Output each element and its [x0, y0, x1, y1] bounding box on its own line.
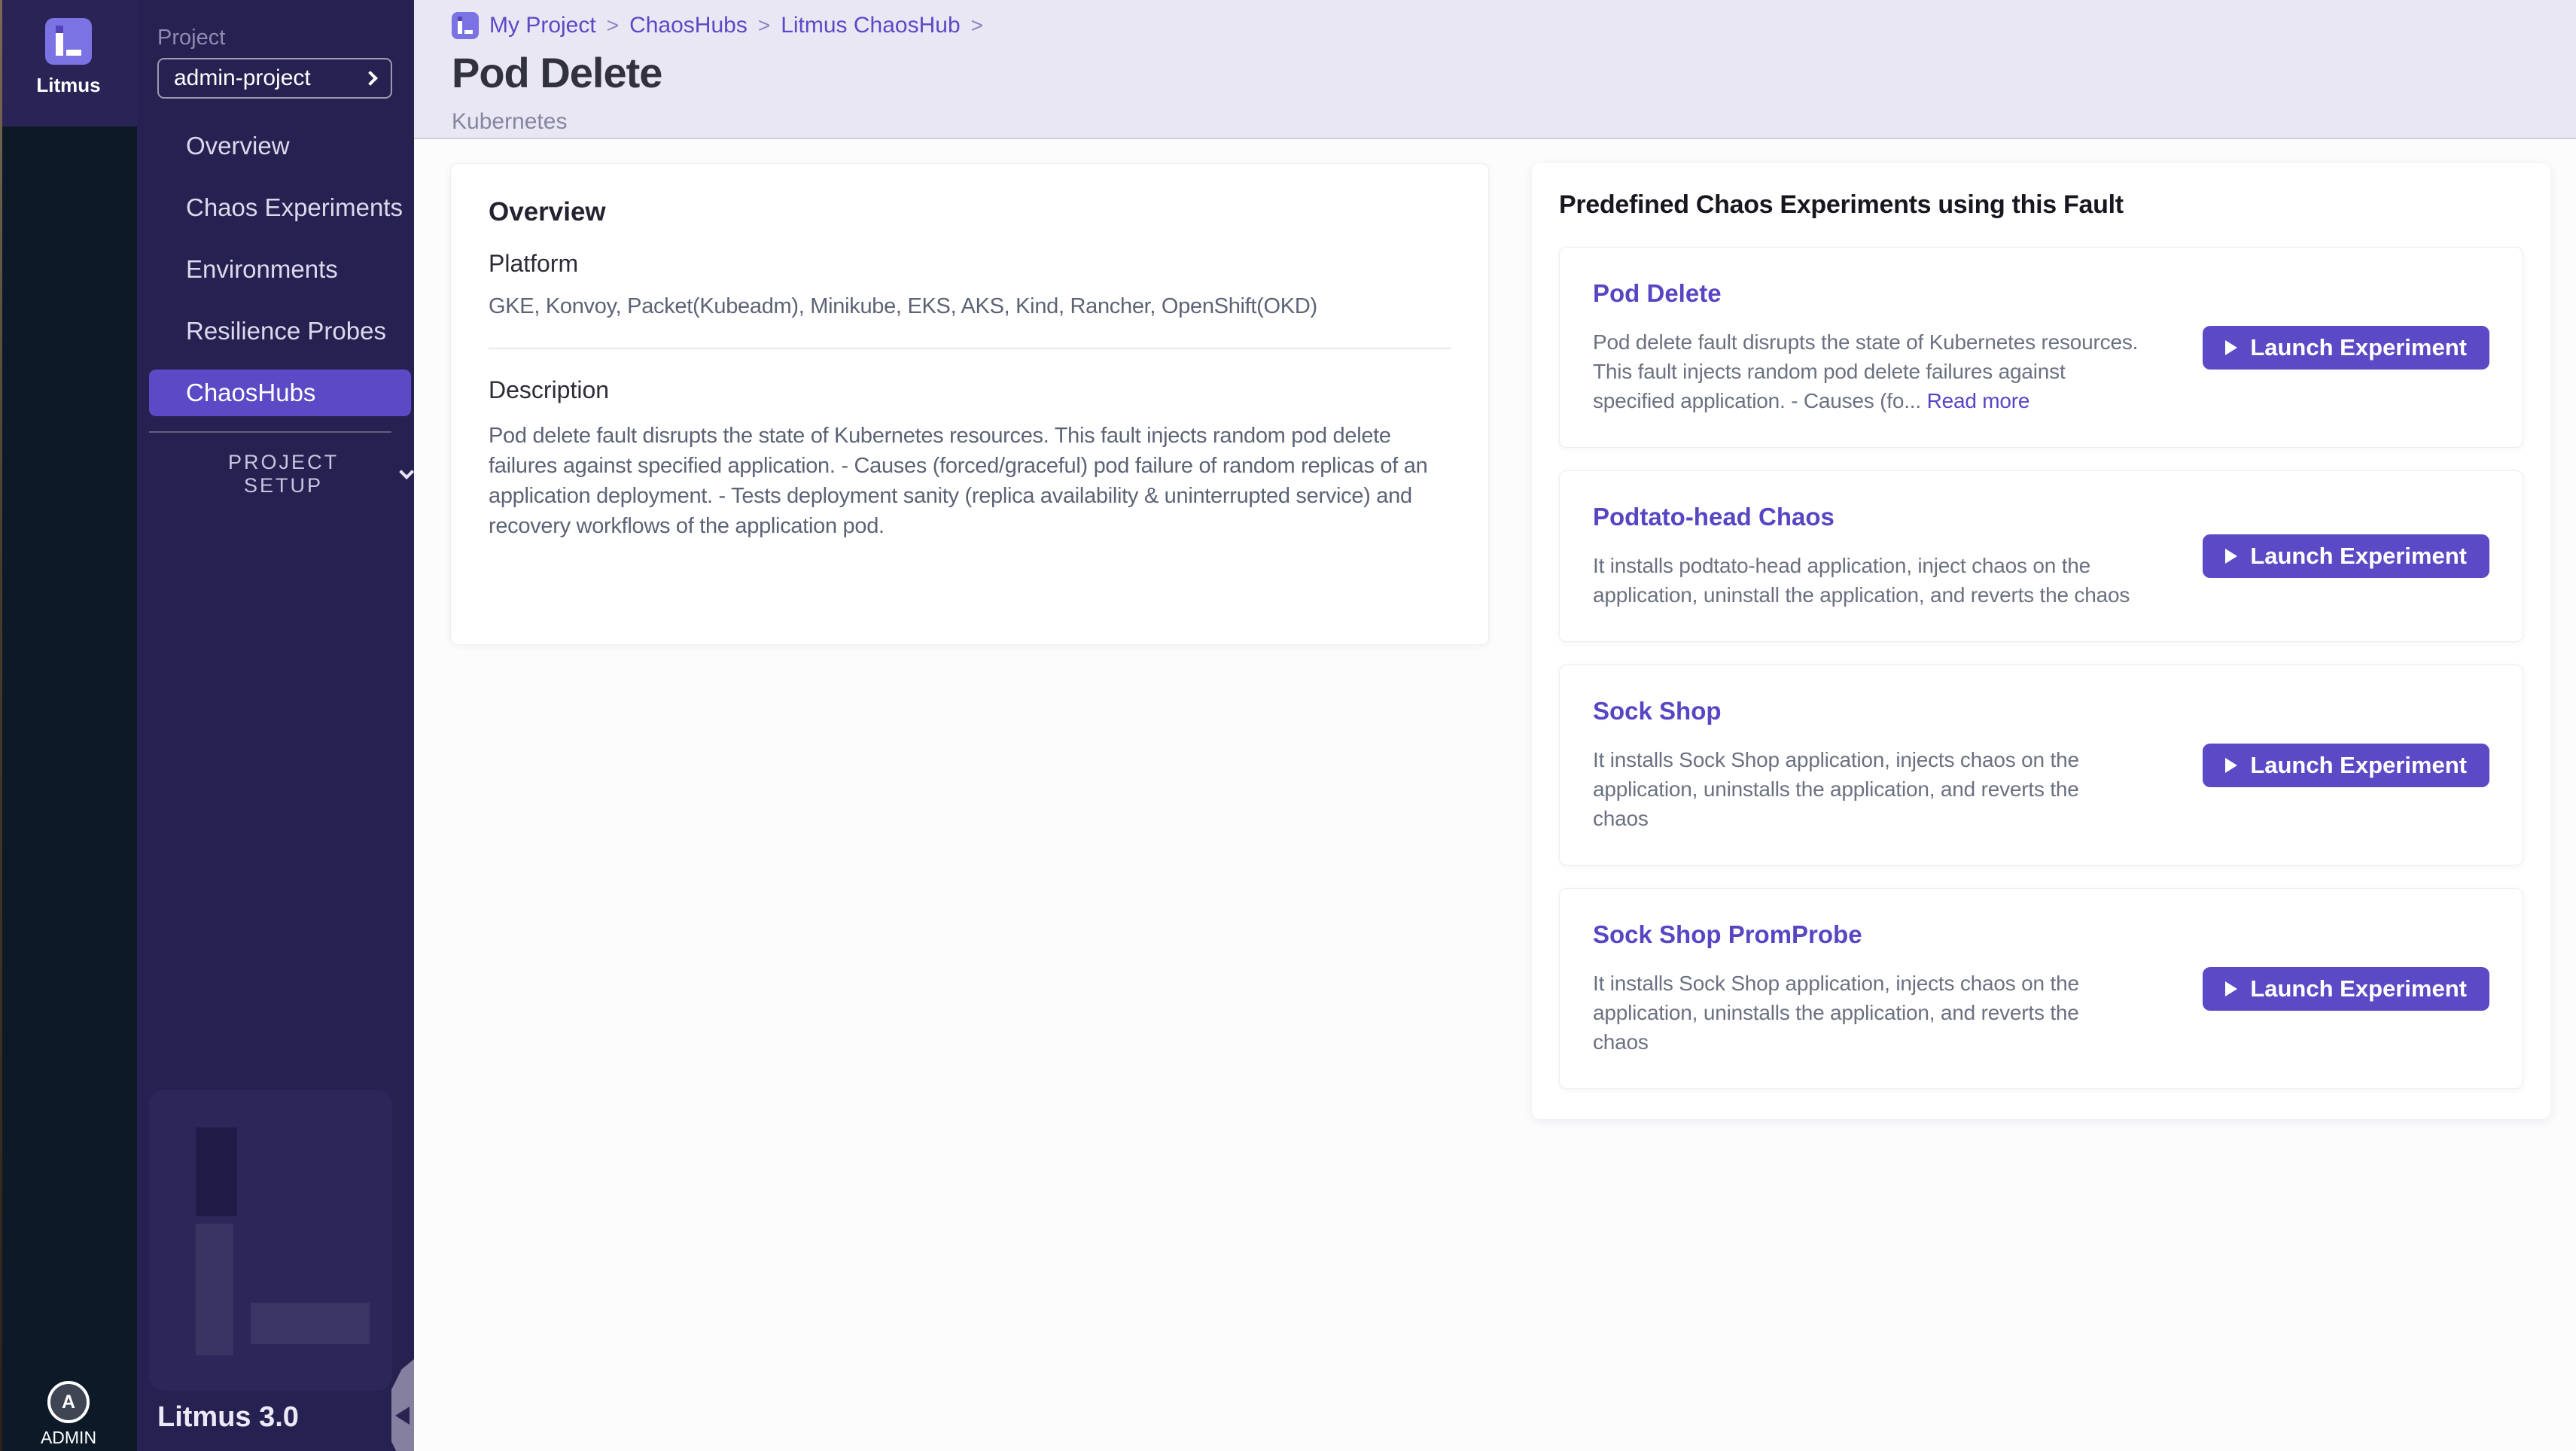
sidebar-item-environments[interactable]: Environments [149, 246, 411, 293]
play-icon [2225, 549, 2237, 564]
breadcrumb-litmus-chaoshub[interactable]: Litmus ChaosHub [781, 13, 960, 38]
sidebar-item-label: ChaosHubs [186, 379, 315, 406]
brand-name: Litmus [36, 74, 100, 97]
play-icon [2225, 981, 2237, 996]
left-rail: Litmus A ADMIN [0, 0, 137, 1451]
read-more-link[interactable]: Read more [1927, 389, 2030, 412]
logo-notch [458, 17, 462, 21]
launch-experiment-button[interactable]: Launch Experiment [2203, 967, 2489, 1011]
main-content: My Project > ChaosHubs > Litmus ChaosHub… [414, 0, 2576, 1451]
description-text: Pod delete fault disrupts the state of K… [489, 421, 1451, 541]
content-area: Overview Platform GKE, Konvoy, Packet(Ku… [414, 139, 2576, 1119]
litmus-watermark [149, 1090, 392, 1391]
breadcrumb-chaoshubs[interactable]: ChaosHubs [629, 13, 748, 38]
launch-button-label: Launch Experiment [2250, 334, 2467, 361]
sidebar-item-label: Environments [186, 255, 338, 283]
breadcrumb-logo-icon [452, 12, 479, 39]
project-selector-value: admin-project [174, 65, 365, 91]
experiment-title-link[interactable]: Sock Shop [1593, 697, 1722, 726]
chevron-right-icon [363, 71, 378, 86]
experiment-info: Podtato-head Chaos It installs podtato-h… [1593, 503, 2180, 610]
breadcrumb-separator: > [971, 14, 983, 38]
logo-notch [56, 26, 63, 33]
platform-label: Platform [489, 250, 1451, 278]
breadcrumb-my-project[interactable]: My Project [489, 13, 596, 38]
watermark-bar [251, 1303, 370, 1344]
watermark-bar [196, 1127, 237, 1216]
logo-bar-horizontal [66, 50, 81, 56]
launch-experiment-button[interactable]: Launch Experiment [2203, 326, 2489, 370]
sidebar-item-label: Chaos Experiments [186, 193, 403, 221]
experiments-heading: Predefined Chaos Experiments using this … [1559, 190, 2523, 220]
experiment-card-podtato-head: Podtato-head Chaos It installs podtato-h… [1559, 470, 2523, 642]
experiment-title-link[interactable]: Sock Shop PromProbe [1593, 920, 1862, 949]
window-edge [0, 0, 2, 1451]
project-setup-label: PROJECT SETUP [186, 451, 381, 497]
launch-button-label: Launch Experiment [2250, 543, 2467, 570]
launch-button-label: Launch Experiment [2250, 752, 2467, 779]
project-selector[interactable]: admin-project [157, 58, 392, 99]
experiment-description: Pod delete fault disrupts the state of K… [1593, 327, 2139, 415]
platform-value: GKE, Konvoy, Packet(Kubeadm), Minikube, … [489, 294, 1451, 319]
sidebar-nav: Overview Chaos Experiments Environments … [137, 123, 414, 416]
page-header: My Project > ChaosHubs > Litmus ChaosHub… [414, 0, 2576, 139]
overview-card: Overview Platform GKE, Konvoy, Packet(Ku… [450, 163, 1489, 645]
breadcrumb-separator: > [758, 14, 770, 38]
experiment-card-pod-delete: Pod Delete Pod delete fault disrupts the… [1559, 247, 2523, 448]
experiments-panel: Predefined Chaos Experiments using this … [1532, 163, 2550, 1119]
brand-block: Litmus [0, 0, 137, 126]
play-icon [2225, 758, 2237, 773]
breadcrumb: My Project > ChaosHubs > Litmus ChaosHub… [452, 12, 2576, 39]
project-label: Project [157, 26, 414, 50]
project-setup-toggle[interactable]: PROJECT SETUP [137, 458, 414, 491]
experiment-info: Pod Delete Pod delete fault disrupts the… [1593, 279, 2180, 415]
litmus-logo-icon[interactable] [45, 18, 92, 65]
sidebar-collapse-button[interactable] [391, 1359, 414, 1451]
sidebar-item-chaoshubs[interactable]: ChaosHubs [149, 370, 411, 416]
avatar-initial: A [62, 1392, 75, 1413]
play-icon [2225, 340, 2237, 355]
experiment-title-link[interactable]: Podtato-head Chaos [1593, 503, 1835, 531]
experiment-description: It installs Sock Shop application, injec… [1593, 745, 2139, 833]
sidebar-divider [149, 431, 391, 433]
sidebar-item-resilience-probes[interactable]: Resilience Probes [149, 308, 411, 354]
experiment-info: Sock Shop It installs Sock Shop applicat… [1593, 697, 2180, 833]
overview-heading: Overview [489, 197, 1451, 227]
sidebar-item-overview[interactable]: Overview [149, 123, 411, 169]
user-menu[interactable]: A ADMIN [0, 1381, 137, 1448]
app-root: Litmus A ADMIN Project admin-project Ove… [0, 0, 2576, 1451]
experiment-description-text: Pod delete fault disrupts the state of K… [1593, 330, 2138, 412]
sidebar-item-chaos-experiments[interactable]: Chaos Experiments [149, 184, 411, 231]
experiment-info: Sock Shop PromProbe It installs Sock Sho… [1593, 920, 2180, 1057]
experiment-description: It installs Sock Shop application, injec… [1593, 969, 2139, 1057]
experiment-card-sock-shop-promprobe: Sock Shop PromProbe It installs Sock Sho… [1559, 888, 2523, 1089]
page-title: Pod Delete [452, 48, 2576, 97]
sidebar: Project admin-project Overview Chaos Exp… [137, 0, 414, 1451]
overview-divider [489, 348, 1451, 349]
sidebar-item-label: Overview [186, 132, 290, 160]
experiment-card-sock-shop: Sock Shop It installs Sock Shop applicat… [1559, 665, 2523, 865]
triangle-left-icon [395, 1407, 410, 1425]
description-label: Description [489, 376, 1451, 404]
launch-experiment-button[interactable]: Launch Experiment [2203, 534, 2489, 578]
launch-experiment-button[interactable]: Launch Experiment [2203, 744, 2489, 787]
chevron-down-icon [399, 464, 414, 479]
version-label: Litmus 3.0 [157, 1401, 299, 1434]
sidebar-item-label: Resilience Probes [186, 317, 386, 345]
launch-button-label: Launch Experiment [2250, 975, 2467, 1002]
admin-label: ADMIN [41, 1428, 96, 1448]
watermark-bar [196, 1224, 233, 1355]
experiment-title-link[interactable]: Pod Delete [1593, 279, 1722, 308]
avatar[interactable]: A [47, 1381, 90, 1423]
page-subtitle: Kubernetes [452, 109, 2576, 135]
experiment-description: It installs podtato-head application, in… [1593, 551, 2139, 610]
logo-bar-horizontal [464, 30, 473, 34]
breadcrumb-separator: > [607, 14, 619, 38]
